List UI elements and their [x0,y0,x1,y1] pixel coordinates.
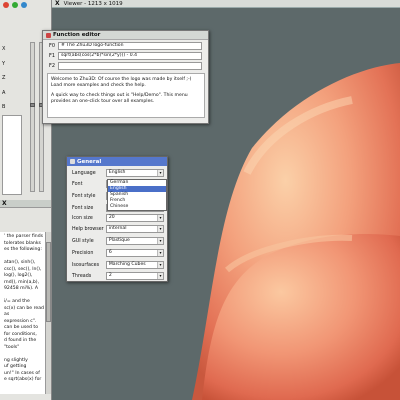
help-text: ' the parser finds tolerates blanks es the… [0,232,45,394]
general-titlebar[interactable]: General [67,157,167,166]
description-text: Welcome to Zhu3D: Of course the logo was… [51,77,192,88]
axis-label: Y [2,60,6,67]
setting-row: Isosurfaces Marching Cubes ▾ [72,261,164,269]
language-option[interactable]: Chinese [108,204,166,210]
function-label: F2 [49,62,56,69]
viewer-titlebar[interactable]: X Viewer - 1213 x 1019 [52,0,400,8]
function-input[interactable]: # The Zhu3D logo-function [58,41,202,50]
setting-label: Font size [72,205,94,211]
function-label: F1 [49,52,56,59]
help-scrollbar[interactable] [45,232,51,394]
axis-label: X [2,46,6,52]
refresh-icon[interactable] [12,2,18,8]
help-text-line: sc(x) can be read as [4,305,44,318]
dropdown-arrow-icon[interactable]: ▾ [157,170,163,176]
setting-label: Help browser [72,226,104,232]
info-icon[interactable] [21,2,27,8]
help-text-line: can be used to [4,325,39,330]
setting-label: Threads [72,273,92,279]
description-text: A quick way to check things out is "Help… [51,93,188,104]
app-icon [46,32,51,38]
setting-value: English [108,170,126,175]
function-input[interactable] [58,61,202,70]
setting-select[interactable]: English ▾ [105,169,164,177]
value-list[interactable] [2,115,22,195]
axis-labels: X Y Z A B [2,42,5,115]
dropdown-arrow-icon[interactable]: ▾ [157,273,163,279]
help-titlebar[interactable]: X [0,200,51,208]
dropdown-arrow-icon[interactable]: ▾ [157,215,163,221]
setting-select[interactable]: Marching Cubes ▾ [105,261,164,269]
setting-select[interactable]: Plastique ▾ [105,237,164,245]
close-icon[interactable]: X [2,200,7,207]
dropdown-arrow-icon[interactable]: ▾ [157,226,163,232]
help-icon[interactable] [3,2,9,8]
setting-label: GUI style [72,238,94,244]
setting-label: Isosurfaces [72,262,100,268]
setting-row: Precision 6 ▾ [72,249,164,257]
function-editor-title: Function editor [53,32,101,38]
app-icon [70,159,75,164]
description-box[interactable]: Welcome to Zhu3D: Of course the logo was… [47,73,205,118]
setting-row: Threads 2 ▾ [72,272,164,280]
slider-handle[interactable] [30,103,35,107]
setting-label: Font style [72,193,96,199]
setting-value: internal [108,226,127,231]
axis-label: B [2,104,6,110]
setting-label: Icon size [72,215,93,221]
scrollbar-thumb[interactable] [46,242,51,322]
help-text-line: e sqrt(abs(x) for [4,377,42,382]
general-title: General [77,158,102,165]
viewer-title: Viewer - 1213 x 1019 [63,0,123,7]
function-editor-window: Function editor F0 # The Zhu3D logo-func… [42,30,209,124]
language-dropdown-list[interactable]: German English Spanish French Chinese [107,179,167,211]
setting-value: Plastique [108,238,130,243]
setting-value: Marching Cubes [108,262,146,267]
dropdown-arrow-icon[interactable]: ▾ [157,250,163,256]
function-editor-titlebar[interactable]: Function editor [43,31,208,40]
setting-value: 20 [108,215,115,220]
axis-label: A [2,89,6,96]
dropdown-arrow-icon[interactable]: ▾ [157,262,163,268]
function-row: F2 [43,61,208,70]
setting-label: Font [72,181,83,187]
setting-row: Icon size 20 ▾ [72,214,164,222]
setting-row: Help browser internal ▾ [72,225,164,233]
setting-label: Precision [72,250,94,256]
function-input[interactable]: sqrt(abs(cos(2*b)*sin(2*y))) - 0.4 [58,51,202,60]
dropdown-arrow-icon[interactable]: ▾ [157,238,163,244]
setting-label: Language [72,170,96,176]
setting-row: GUI style Plastique ▾ [72,237,164,245]
help-window: X ' the parser finds tolerates blanks es t… [0,200,52,400]
help-text-line: es the following: [4,247,42,252]
setting-value: 2 [108,273,112,278]
help-text-line: d found in the "tools" [4,338,37,350]
general-dialog: General Language English ▾ Font ▾ Font style ▾… [66,156,168,282]
help-text-line: 92458 mi%). A [4,286,39,291]
function-row: F0 # The Zhu3D logo-function [43,41,208,50]
setting-value: 6 [108,250,112,255]
help-text-line: ' the parser finds [4,234,44,239]
setting-spinbox[interactable]: 6 ▾ [105,249,164,257]
axis-label: Z [2,75,6,81]
setting-row: Language English ▾ [72,169,164,177]
setting-select[interactable]: internal ▾ [105,225,164,233]
setting-spinbox[interactable]: 20 ▾ [105,214,164,222]
function-label: F0 [49,42,56,49]
slider[interactable] [30,42,35,192]
close-icon[interactable]: X [55,0,60,7]
function-row: F1 sqrt(abs(cos(2*b)*sin(2*y))) - 0.4 [43,51,208,60]
setting-spinbox[interactable]: 2 ▾ [105,272,164,280]
